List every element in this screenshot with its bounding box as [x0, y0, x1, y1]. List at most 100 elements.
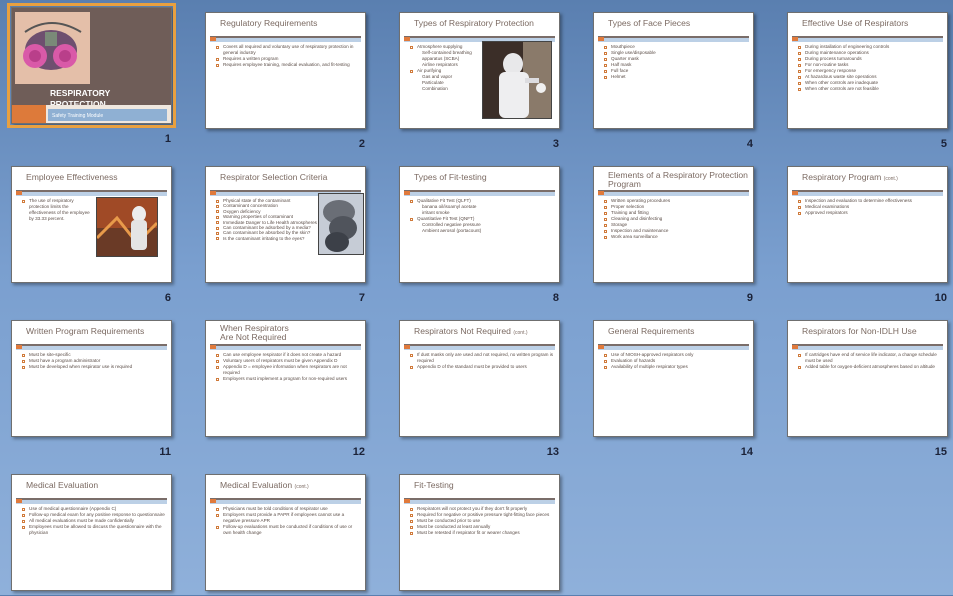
bullet-text: Quantitative Fit Test (QNFT)	[410, 216, 555, 222]
slide-number: 3	[552, 138, 559, 150]
bullet-text: If cartridges have end of service life i…	[798, 352, 943, 364]
bullet-text: Work area surveillance	[604, 234, 749, 240]
slide-body: Physicians must be told conditions of re…	[216, 506, 361, 536]
slide-thumbnail-5[interactable]: Effective Use of Respirators During insta…	[787, 12, 951, 150]
slide-title: Respiratory Program (cont.)	[802, 172, 898, 183]
slide-title: When Respirators Are Not Required	[220, 323, 289, 342]
slide-3[interactable]: Types of Respiratory Protection Atmospher…	[399, 12, 560, 129]
slide-15[interactable]: Respirators for Non-IDLH Use If cartridge…	[787, 320, 948, 437]
bullet-text: Air purifying	[410, 68, 479, 74]
bullet-text: Appendix D of the standard must be provi…	[410, 364, 555, 370]
title-accent-mark	[404, 191, 410, 195]
slide-title: Types of Respiratory Protection	[414, 18, 534, 28]
slide-number: 2	[358, 138, 365, 150]
slide-thumbnail-12[interactable]: When Respirators Are Not Required Can use…	[205, 320, 369, 458]
title-rule-blue	[210, 346, 361, 350]
slide-7[interactable]: Respirator Selection Criteria Physical st…	[205, 166, 366, 283]
slide-body: If cartridges have end of service life i…	[798, 352, 943, 370]
slide-16[interactable]: Medical Evaluation Use of medical questio…	[11, 474, 172, 591]
slide-1[interactable]: RESPIRATORY PROTECTION Safety Training M…	[7, 3, 176, 128]
title-accent-mark	[404, 345, 410, 349]
slide-title: Regulatory Requirements	[220, 18, 318, 28]
bullet-text: Appendix D = employee information when r…	[216, 364, 361, 376]
title-accent-mark	[598, 37, 604, 41]
bullet-text: Covers all required and voluntary use of…	[216, 44, 361, 56]
slide-thumbnail-18[interactable]: Fit-Testing Respirators will not protect …	[399, 474, 563, 596]
slide-thumbnail-3[interactable]: Types of Respiratory Protection Atmospher…	[399, 12, 563, 150]
slide-number: 5	[940, 138, 947, 150]
slide-title: Types of Face Pieces	[608, 18, 691, 28]
slide-18[interactable]: Fit-Testing Respirators will not protect …	[399, 474, 560, 591]
slide-8[interactable]: Types of Fit-testing Qualitative Fit Test…	[399, 166, 560, 283]
slide-thumbnail-6[interactable]: Employee Effectiveness The use of respira…	[11, 166, 175, 304]
slide-12[interactable]: When Respirators Are Not Required Can use…	[205, 320, 366, 437]
title-accent-mark	[16, 345, 22, 349]
slide-title: Respirators for Non-IDLH Use	[802, 326, 917, 336]
bullet-text: Helmet	[604, 74, 749, 80]
slide-body: If dust masks only are used and not requ…	[410, 352, 555, 370]
bullet-text: Must be retested if respirator fit or we…	[410, 530, 555, 536]
title-rule-blue	[792, 346, 943, 350]
slide-number: 12	[352, 446, 365, 458]
sub-bullet-text: Ambient aerosol (portacount)	[422, 228, 482, 233]
slide-title: Employee Effectiveness	[26, 172, 118, 182]
slide-thumbnail-4[interactable]: Types of Face Pieces Mouthpiece Single use…	[593, 12, 757, 150]
smoke-stack-photo	[318, 193, 364, 255]
slide-thumbnail-1[interactable]: RESPIRATORY PROTECTION Safety Training M…	[7, 3, 176, 145]
slide-thumbnail-10[interactable]: Respiratory Program (cont.) Inspection an…	[787, 166, 951, 304]
title-accent-mark	[16, 191, 22, 195]
bullet-text: Qualitative Fit Test (QLFT)	[410, 198, 555, 204]
slide-10[interactable]: Respiratory Program (cont.) Inspection an…	[787, 166, 948, 283]
slide-body: Inspection and evaluation to determine e…	[798, 198, 943, 216]
slide-body: Mouthpiece Single use/disposable Quarter m…	[604, 44, 749, 80]
slide-title: Written Program Requirements	[26, 326, 145, 336]
slide-body: During installation of engineering contr…	[798, 44, 943, 92]
slide-13[interactable]: Respirators Not Required (cont.) If dust …	[399, 320, 560, 437]
bullet-text: Employees must be allowed to discuss the…	[22, 524, 167, 536]
slide-body: Written operating procedures Proper selec…	[604, 198, 749, 240]
slide-thumbnail-9[interactable]: Elements of a Respiratory Protection Pro…	[593, 166, 757, 304]
slide-9[interactable]: Elements of a Respiratory Protection Pro…	[593, 166, 754, 283]
title-rule-blue	[598, 38, 749, 42]
slide-17[interactable]: Medical Evaluation (cont.) Physicians mus…	[205, 474, 366, 591]
industrial-worker-photo	[96, 197, 158, 257]
slide-thumbnail-7[interactable]: Respirator Selection Criteria Physical st…	[205, 166, 369, 304]
slide-body: Qualitative Fit Test (QLFT) banana oil/is…	[410, 198, 555, 234]
slide-body: Must be site-specific Must have a program…	[22, 352, 167, 370]
slide-thumbnail-13[interactable]: Respirators Not Required (cont.) If dust …	[399, 320, 563, 458]
slide-number: 1	[164, 133, 171, 145]
bullet-text: Approved respirators	[798, 210, 943, 216]
slide-thumbnail-17[interactable]: Medical Evaluation (cont.) Physicians mus…	[205, 474, 369, 596]
slide-14[interactable]: General Requirements Use of NIOSH-approve…	[593, 320, 754, 437]
slide-thumbnail-11[interactable]: Written Program Requirements Must be site…	[11, 320, 175, 458]
slide-6[interactable]: Employee Effectiveness The use of respira…	[11, 166, 172, 283]
bullet-text: Availability of multiple respirator type…	[604, 364, 749, 370]
title-rule-blue	[16, 192, 167, 196]
title-rule-blue	[598, 192, 749, 196]
slide-thumbnail-16[interactable]: Medical Evaluation Use of medical questio…	[11, 474, 175, 596]
bullet-text: Employers must provide a PAPR if employe…	[216, 512, 361, 524]
slide-body: Use of NIOSH-approved respirators only Ev…	[604, 352, 749, 370]
slide-thumbnail-8[interactable]: Types of Fit-testing Qualitative Fit Test…	[399, 166, 563, 304]
slide-title: Fit-Testing	[414, 480, 454, 490]
title-rule-blue	[210, 38, 361, 42]
slide-thumbnail-2[interactable]: Regulatory Requirements Covers all requir…	[205, 12, 369, 150]
title-accent-mark	[210, 499, 216, 503]
bullet-text: The use of respiratory protection limits…	[22, 198, 95, 222]
slide-number: 4	[746, 138, 753, 150]
slide-title: Respirator Selection Criteria	[220, 172, 328, 182]
title-accent-mark	[404, 499, 410, 503]
title-rule-blue	[210, 500, 361, 504]
title-accent-mark	[210, 191, 216, 195]
slide-2[interactable]: Regulatory Requirements Covers all requir…	[205, 12, 366, 129]
slide-11[interactable]: Written Program Requirements Must be site…	[11, 320, 172, 437]
slide-number: 14	[740, 446, 753, 458]
slide-number: 13	[546, 446, 559, 458]
slide-body: Covers all required and voluntary use of…	[216, 44, 361, 68]
slide-thumbnail-15[interactable]: Respirators for Non-IDLH Use If cartridge…	[787, 320, 951, 458]
slide-5[interactable]: Effective Use of Respirators During insta…	[787, 12, 948, 129]
slide-body: Respirators will not protect you if they…	[410, 506, 555, 536]
slide-4[interactable]: Types of Face Pieces Mouthpiece Single use…	[593, 12, 754, 129]
slide-thumbnail-14[interactable]: General Requirements Use of NIOSH-approve…	[593, 320, 757, 458]
slide-body: The use of respiratory protection limits…	[22, 198, 95, 222]
